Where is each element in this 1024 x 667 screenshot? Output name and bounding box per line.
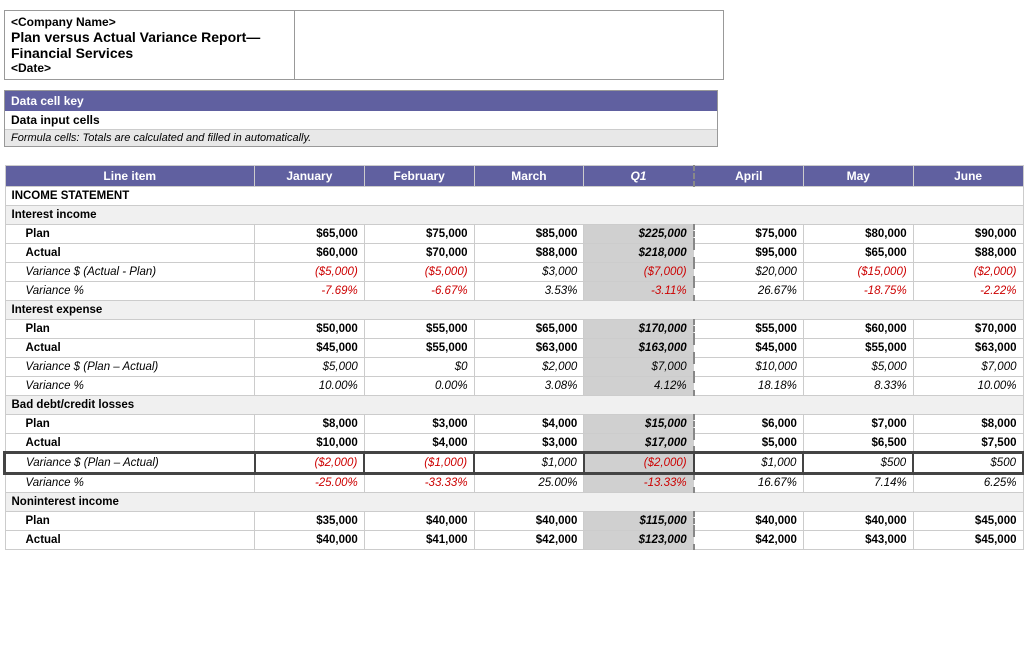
- key-section: Data cell key Data input cells Formula c…: [4, 90, 718, 147]
- col-header-jan: January: [255, 166, 365, 187]
- table-row: Variance $ (Plan – Actual)$5,000$0$2,000…: [5, 358, 1023, 377]
- header-section: <Company Name> Plan versus Actual Varian…: [4, 10, 724, 80]
- table-row: Variance %10.00%0.00%3.08%4.12%18.18%8.3…: [5, 377, 1023, 396]
- table-row: Plan$50,000$55,000$65,000$170,000$55,000…: [5, 320, 1023, 339]
- table-row: Plan$35,000$40,000$40,000$115,000$40,000…: [5, 512, 1023, 531]
- header-right: [295, 11, 723, 79]
- key-formula-label: Formula cells: Totals are calculated and…: [5, 130, 717, 146]
- col-header-may: May: [803, 166, 913, 187]
- subsection-header: Bad debt/credit losses: [5, 396, 1023, 415]
- table-row: Actual$45,000$55,000$63,000$163,000$45,0…: [5, 339, 1023, 358]
- company-name: <Company Name>: [11, 15, 288, 29]
- header-left: <Company Name> Plan versus Actual Varian…: [5, 11, 295, 79]
- col-header-lineitem: Line item: [5, 166, 255, 187]
- table-row: Variance %-25.00%-33.33%25.00%-13.33%16.…: [5, 473, 1023, 493]
- table-row: Variance $ (Plan – Actual)($2,000)($1,00…: [5, 453, 1023, 473]
- variance-table: Line item January February March Q1 Apri…: [4, 165, 1024, 550]
- table-row: Variance %-7.69%-6.67%3.53%-3.11%26.67%-…: [5, 282, 1023, 301]
- key-input-label: Data input cells: [5, 111, 717, 130]
- col-header-jun: June: [913, 166, 1023, 187]
- col-header-feb: February: [364, 166, 474, 187]
- subsection-header: Noninterest income: [5, 493, 1023, 512]
- report-date: <Date>: [11, 61, 288, 75]
- subsection-header: Interest income: [5, 206, 1023, 225]
- page: <Company Name> Plan versus Actual Varian…: [0, 0, 1024, 550]
- table-row: Actual$40,000$41,000$42,000$123,000$42,0…: [5, 531, 1023, 550]
- table-row: Plan$65,000$75,000$85,000$225,000$75,000…: [5, 225, 1023, 244]
- table-row: Plan$8,000$3,000$4,000$15,000$6,000$7,00…: [5, 415, 1023, 434]
- report-title: Plan versus Actual Variance Report—Finan…: [11, 29, 288, 61]
- income-statement-header: INCOME STATEMENT: [5, 187, 1023, 206]
- key-title: Data cell key: [5, 91, 717, 111]
- table-row: Variance $ (Actual - Plan)($5,000)($5,00…: [5, 263, 1023, 282]
- col-header-mar: March: [474, 166, 584, 187]
- col-header-apr: April: [694, 166, 804, 187]
- col-header-q1: Q1: [584, 166, 694, 187]
- column-header-row: Line item January February March Q1 Apri…: [5, 166, 1023, 187]
- subsection-header: Interest expense: [5, 301, 1023, 320]
- table-row: Actual$60,000$70,000$88,000$218,000$95,0…: [5, 244, 1023, 263]
- table-row: Actual$10,000$4,000$3,000$17,000$5,000$6…: [5, 434, 1023, 454]
